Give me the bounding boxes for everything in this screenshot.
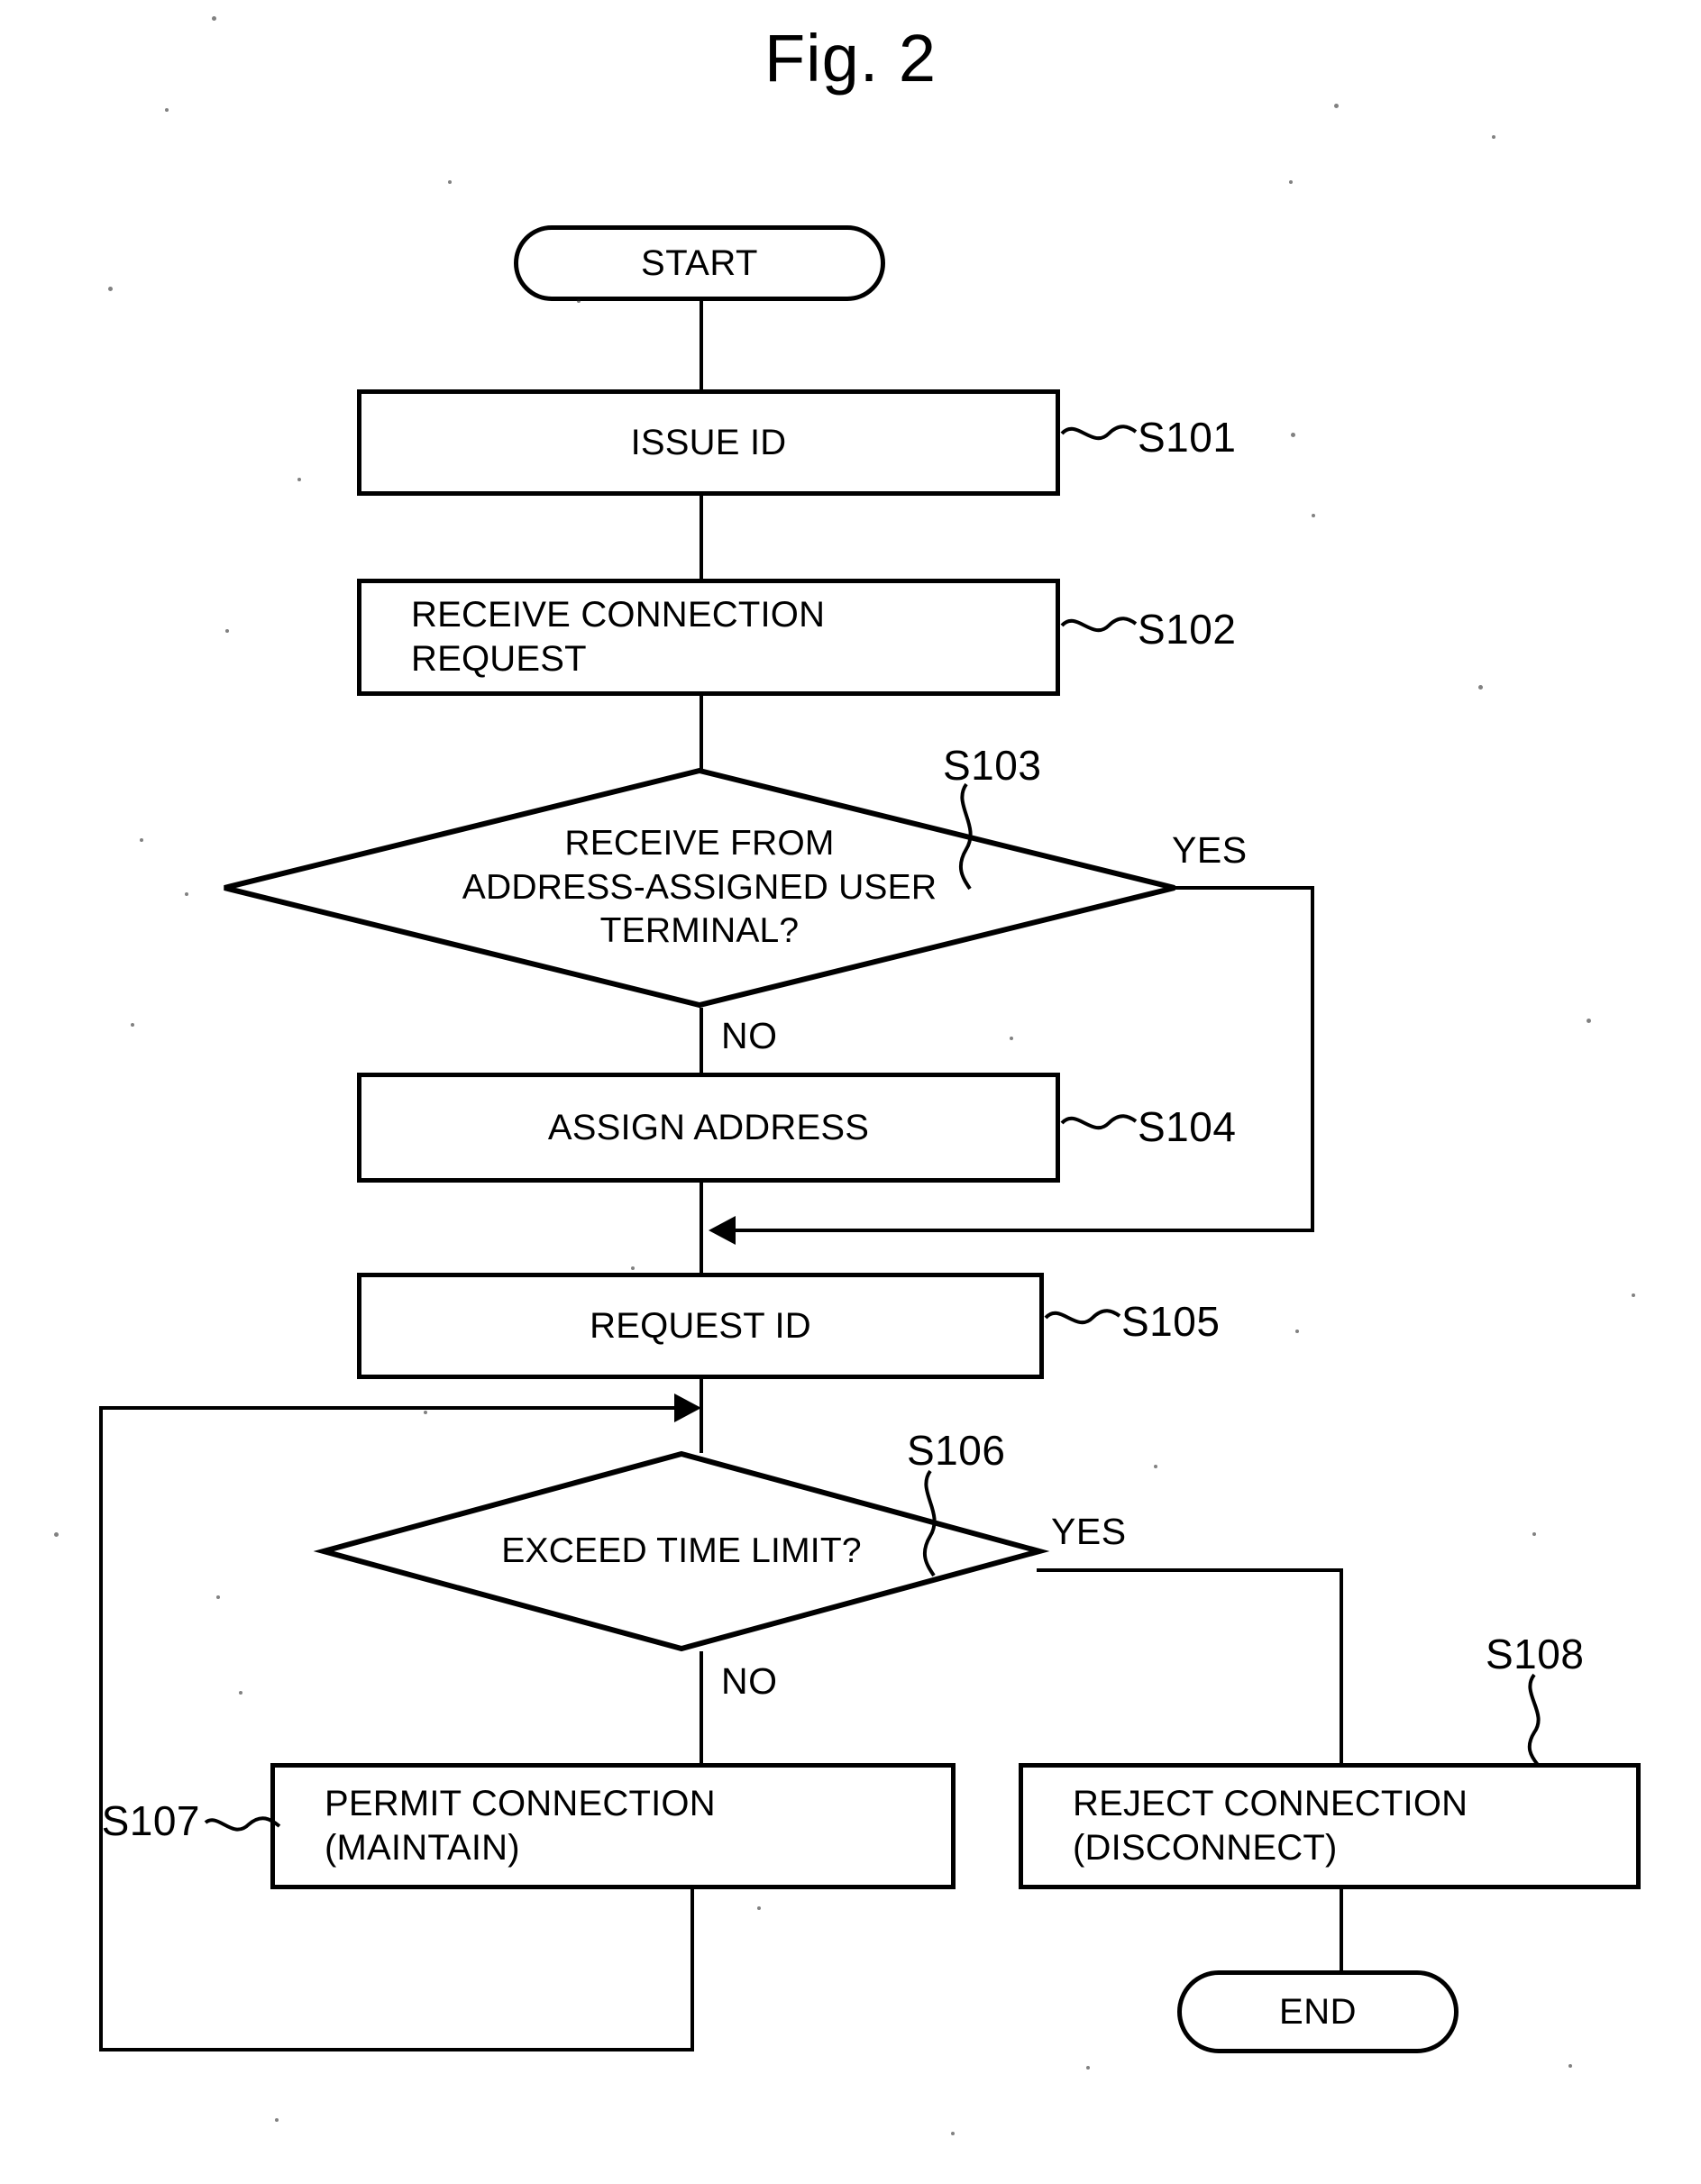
- scan-speck: [448, 180, 452, 184]
- scan-speck: [225, 629, 229, 633]
- scan-speck: [131, 1023, 134, 1027]
- decision-s103: RECEIVE FROM ADDRESS-ASSIGNED USER TERMI…: [222, 767, 1177, 1009]
- step-label-s105: S105: [1121, 1298, 1221, 1345]
- scan-speck: [1154, 1465, 1157, 1468]
- edge-s103-yes-horizontal: [1175, 886, 1314, 890]
- step-label-s108: S108: [1486, 1631, 1585, 1677]
- process-s102-label: RECEIVE CONNECTION REQUEST: [411, 595, 826, 679]
- branch-label-s103-yes: YES: [1172, 829, 1248, 871]
- edge-s103-no: [700, 1008, 703, 1076]
- scan-speck: [577, 299, 581, 303]
- edge-s106-yes-vertical: [1340, 1568, 1343, 1763]
- edge-start-to-s101: [700, 301, 703, 391]
- process-s101-label: ISSUE ID: [630, 422, 787, 462]
- edge-s101-to-s102: [700, 496, 703, 579]
- terminal-start-label: START: [641, 242, 758, 283]
- terminal-end-label: END: [1279, 1991, 1357, 2032]
- edge-s102-to-s103: [700, 696, 703, 770]
- edge-s104-to-s105: [700, 1183, 703, 1276]
- scan-speck: [140, 838, 143, 842]
- process-s102: RECEIVE CONNECTION REQUEST: [357, 579, 1060, 696]
- scan-speck: [297, 478, 301, 481]
- process-s105: REQUEST ID: [357, 1273, 1044, 1379]
- terminal-start: START: [514, 225, 885, 301]
- scan-speck: [424, 1411, 427, 1414]
- process-s104-label: ASSIGN ADDRESS: [547, 1107, 870, 1147]
- scan-speck: [212, 16, 216, 21]
- edge-loopback-bottom: [99, 2048, 694, 2051]
- scan-speck: [1295, 1330, 1299, 1333]
- process-s107-label: PERMIT CONNECTION (MAINTAIN): [325, 1784, 716, 1868]
- edge-s103-yes-merge: [736, 1229, 1314, 1232]
- process-s104: ASSIGN ADDRESS: [357, 1073, 1060, 1183]
- branch-label-s103-no: NO: [721, 1015, 778, 1056]
- figure-title: Fig. 2: [764, 21, 937, 96]
- step-label-s102: S102: [1138, 606, 1237, 653]
- process-s107: PERMIT CONNECTION (MAINTAIN): [270, 1763, 956, 1889]
- scan-speck: [1492, 135, 1495, 139]
- leader-s106: [922, 1469, 937, 1577]
- figure-page: Fig. 2 START ISSUE ID S101 RECEIVE CONNE…: [0, 0, 1701, 2184]
- process-s108-label: REJECT CONNECTION (DISCONNECT): [1073, 1784, 1468, 1868]
- branch-label-s106-yes: YES: [1051, 1511, 1127, 1552]
- branch-label-s106-no: NO: [721, 1660, 778, 1702]
- leader-s108: [1527, 1673, 1541, 1767]
- process-s105-label: REQUEST ID: [590, 1305, 811, 1346]
- scan-speck: [1334, 104, 1339, 108]
- scan-speck: [108, 287, 113, 291]
- process-s101: ISSUE ID: [357, 389, 1060, 496]
- step-label-s106: S106: [907, 1427, 1006, 1474]
- scan-speck: [216, 1595, 220, 1599]
- edge-s103-yes-vertical: [1311, 886, 1314, 1230]
- edge-loopback-down: [690, 1889, 694, 2051]
- scan-speck: [951, 2132, 955, 2135]
- arrowhead-s103-yes: [709, 1216, 736, 1245]
- edge-loopback-top: [99, 1406, 676, 1410]
- edge-s106-yes-horizontal: [1037, 1568, 1343, 1572]
- process-s108: REJECT CONNECTION (DISCONNECT): [1019, 1763, 1641, 1889]
- leader-s107: [204, 1816, 281, 1832]
- scan-speck: [185, 892, 188, 896]
- scan-speck: [1568, 2064, 1572, 2068]
- step-label-s107: S107: [101, 1797, 200, 1844]
- scan-speck: [1086, 2066, 1090, 2070]
- scan-speck: [1478, 685, 1483, 690]
- scan-speck: [165, 108, 169, 112]
- scan-speck: [275, 2118, 279, 2122]
- scan-speck: [1291, 433, 1295, 437]
- scan-speck: [757, 1906, 761, 1910]
- scan-speck: [1532, 1532, 1536, 1536]
- scan-speck: [54, 1532, 59, 1537]
- edge-s108-to-end: [1340, 1889, 1343, 1976]
- scan-speck: [1010, 1037, 1013, 1040]
- step-label-s104: S104: [1138, 1103, 1237, 1150]
- scan-speck: [1312, 514, 1315, 517]
- step-label-s103: S103: [943, 742, 1042, 789]
- scan-speck: [1289, 180, 1293, 184]
- arrowhead-loopback: [674, 1394, 701, 1422]
- scan-speck: [631, 1266, 635, 1270]
- scan-speck: [1587, 1019, 1591, 1023]
- scan-speck: [239, 1691, 242, 1695]
- leader-s103: [958, 782, 973, 891]
- edge-loopback-left: [99, 1406, 103, 2051]
- edge-s106-no: [700, 1651, 703, 1765]
- decision-s103-label: RECEIVE FROM ADDRESS-ASSIGNED USER TERMI…: [462, 823, 937, 951]
- terminal-end: END: [1177, 1970, 1459, 2053]
- scan-speck: [1632, 1293, 1635, 1297]
- step-label-s101: S101: [1138, 414, 1237, 461]
